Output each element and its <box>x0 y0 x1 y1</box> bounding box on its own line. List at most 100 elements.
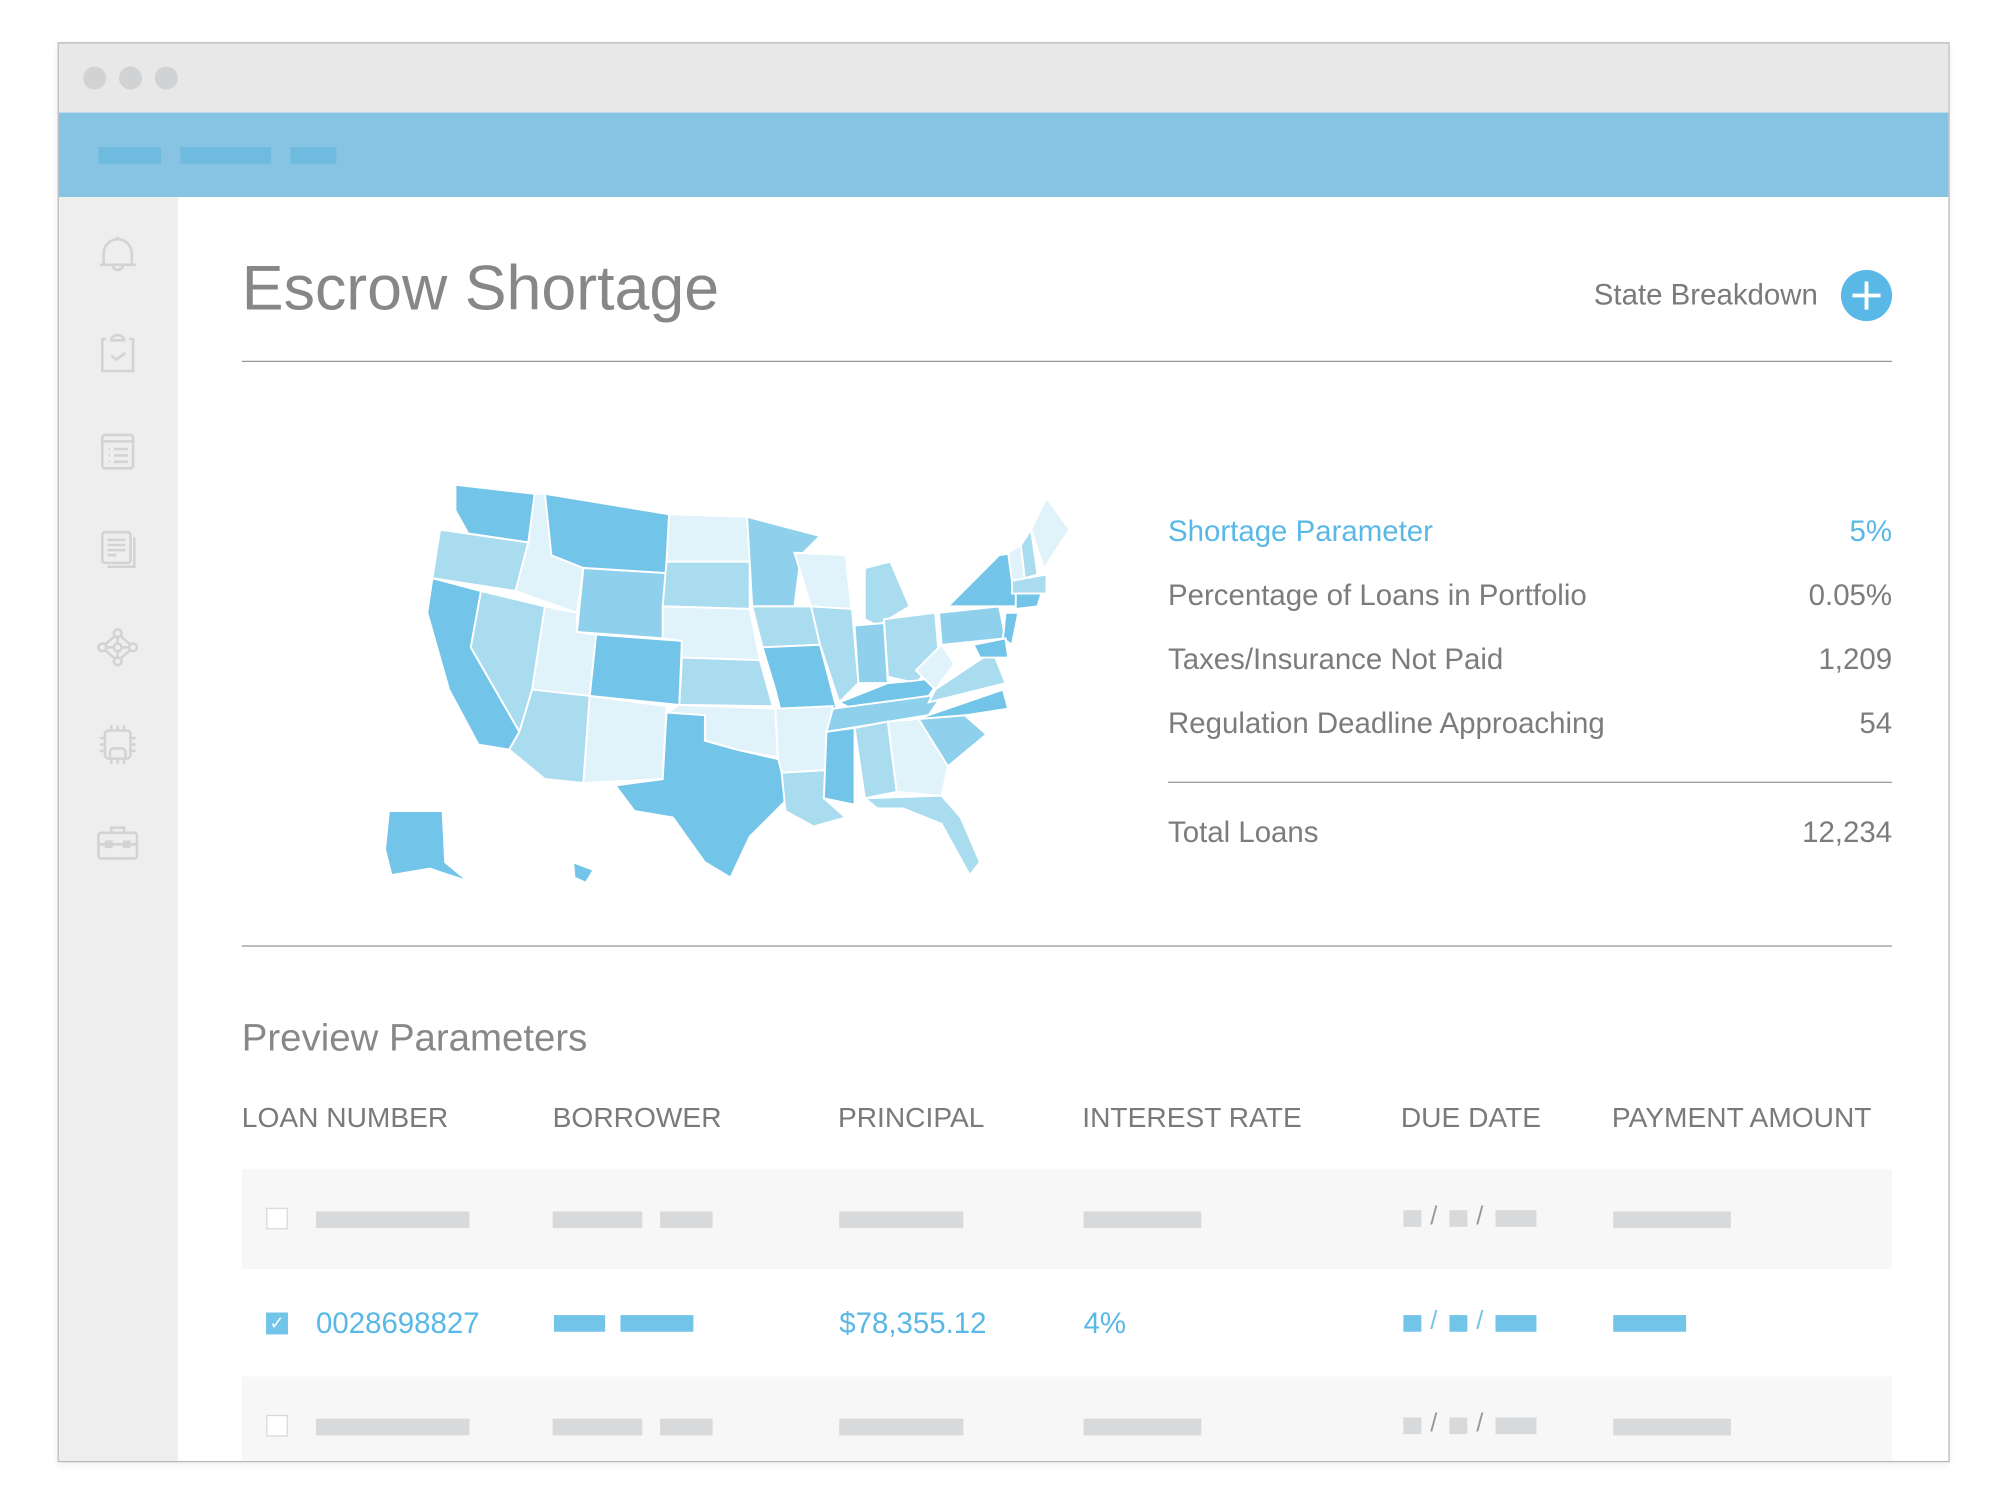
state-ia[interactable] <box>750 605 822 649</box>
state-sd[interactable] <box>661 560 751 610</box>
state-fl[interactable] <box>862 794 982 877</box>
row-checkbox-checked[interactable]: ✓ <box>266 1312 288 1335</box>
state-me[interactable] <box>1030 495 1071 571</box>
stat-label: Percentage of Loans in Portfolio <box>1168 578 1587 612</box>
borrower-placeholder <box>660 1211 713 1229</box>
principal-placeholder <box>839 1211 964 1229</box>
principal: $78,355.12 <box>839 1306 987 1340</box>
stat-label: Shortage Parameter <box>1168 514 1433 548</box>
main-content: Escrow Shortage State Breakdown Shortage… <box>178 197 1949 1461</box>
nav-item[interactable] <box>180 147 272 164</box>
payment-placeholder <box>1613 1315 1687 1332</box>
column-header-borrower[interactable]: BORROWER <box>553 1101 722 1134</box>
title-bar <box>58 43 1949 113</box>
borrower-placeholder <box>552 1211 643 1229</box>
state-in[interactable] <box>853 621 889 685</box>
top-nav <box>58 112 1949 198</box>
network-icon[interactable] <box>96 626 139 669</box>
column-header-payment-amount[interactable]: PAYMENT AMOUNT <box>1612 1101 1872 1134</box>
loan-number-placeholder <box>315 1418 470 1436</box>
stat-value: 5% <box>1849 514 1893 548</box>
stat-shortage-parameter[interactable]: Shortage Parameter 5% <box>1168 514 1892 549</box>
stat-label: Regulation Deadline Approaching <box>1168 706 1605 740</box>
borrower-placeholder <box>552 1418 643 1436</box>
table-row-selected[interactable]: ✓ 0028698827 $78,355.12 4% / / <box>241 1269 1893 1377</box>
due-date-placeholder <box>1495 1315 1537 1332</box>
list-icon[interactable] <box>96 430 139 473</box>
date-separator: / <box>1430 1202 1438 1231</box>
due-date-placeholder <box>1495 1417 1537 1435</box>
interest-rate-placeholder <box>1083 1418 1202 1436</box>
state-pa[interactable] <box>937 605 1007 646</box>
interest-rate: 4% <box>1083 1306 1127 1340</box>
state-breakdown-add-button[interactable] <box>1840 269 1893 322</box>
stat-label: Taxes/Insurance Not Paid <box>1168 642 1504 676</box>
date-separator: / <box>1430 1307 1438 1336</box>
due-date-placeholder <box>1403 1210 1422 1227</box>
stat-taxes-insurance: Taxes/Insurance Not Paid 1,209 <box>1168 642 1892 677</box>
due-date-placeholder <box>1449 1315 1468 1332</box>
due-date-placeholder <box>1495 1210 1537 1227</box>
window-maximize-button[interactable] <box>154 66 178 90</box>
due-date-placeholder <box>1403 1417 1422 1435</box>
row-checkbox[interactable] <box>266 1414 288 1437</box>
table-row[interactable]: / / <box>241 1169 1893 1270</box>
stat-value: 1,209 <box>1818 642 1893 676</box>
row-checkbox[interactable] <box>266 1207 288 1230</box>
window-minimize-button[interactable] <box>118 66 143 90</box>
payment-placeholder <box>1613 1211 1731 1229</box>
state-breakdown-label[interactable]: State Breakdown <box>1594 278 1818 313</box>
chip-icon[interactable] <box>96 723 139 766</box>
stat-value: 12,234 <box>1802 814 1893 849</box>
nav-item[interactable] <box>98 147 162 164</box>
column-header-principal[interactable]: PRINCIPAL <box>838 1101 984 1134</box>
date-separator: / <box>1476 1409 1484 1438</box>
state-ms[interactable] <box>822 726 856 806</box>
stat-regulation-deadline: Regulation Deadline Approaching 54 <box>1168 706 1892 741</box>
section-title: Preview Parameters <box>241 1017 588 1060</box>
payment-placeholder <box>1613 1418 1731 1436</box>
column-header-loan-number[interactable]: LOAN NUMBER <box>242 1101 448 1134</box>
state-wi[interactable] <box>793 551 854 614</box>
state-nm[interactable] <box>582 694 668 784</box>
state-ct[interactable] <box>1014 592 1043 611</box>
us-state-map[interactable] <box>178 197 1201 965</box>
borrower-placeholder <box>620 1315 694 1332</box>
documents-icon[interactable] <box>96 527 139 570</box>
date-separator: / <box>1476 1202 1484 1231</box>
window-close-button[interactable] <box>83 66 107 90</box>
state-hi[interactable] <box>572 860 596 884</box>
column-header-due-date[interactable]: DUE DATE <box>1401 1101 1541 1134</box>
borrower-placeholder <box>660 1418 713 1436</box>
briefcase-icon[interactable] <box>96 821 139 864</box>
state-wy[interactable] <box>575 566 668 640</box>
sidebar <box>58 197 178 1461</box>
divider <box>241 945 1893 947</box>
state-nd[interactable] <box>665 513 751 563</box>
state-co[interactable] <box>588 633 683 706</box>
table-row[interactable]: / / <box>241 1376 1893 1461</box>
state-ak[interactable] <box>384 810 469 883</box>
state-ar[interactable] <box>774 705 834 774</box>
stat-percentage-loans: Percentage of Loans in Portfolio 0.05% <box>1168 578 1892 613</box>
due-date-placeholder <box>1449 1210 1468 1227</box>
clipboard-check-icon[interactable] <box>96 331 139 374</box>
date-separator: / <box>1476 1307 1484 1336</box>
state-ks[interactable] <box>678 656 774 708</box>
plus-circle-icon <box>1852 281 1881 310</box>
stat-value: 0.05% <box>1808 578 1893 612</box>
column-header-interest-rate[interactable]: INTEREST RATE <box>1082 1101 1301 1134</box>
nav-item[interactable] <box>290 147 337 164</box>
principal-placeholder <box>839 1418 964 1436</box>
borrower-placeholder <box>553 1315 606 1332</box>
divider <box>1168 781 1893 783</box>
stat-value: 54 <box>1859 706 1893 740</box>
date-separator: / <box>1430 1409 1438 1438</box>
interest-rate-placeholder <box>1083 1211 1202 1229</box>
stat-total-loans: Total Loans 12,234 <box>1168 815 1892 850</box>
app-window: Escrow Shortage State Breakdown Shortage… <box>57 42 1950 1463</box>
bell-icon[interactable] <box>96 233 139 276</box>
loan-number[interactable]: 0028698827 <box>316 1306 480 1341</box>
loan-number-placeholder <box>315 1211 470 1229</box>
due-date-placeholder <box>1403 1315 1422 1332</box>
